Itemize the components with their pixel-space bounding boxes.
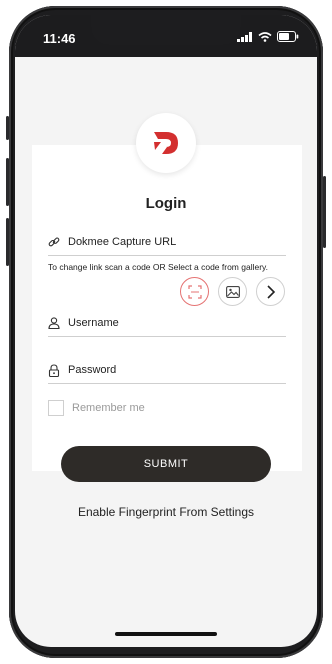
- volume-up-button: [6, 158, 9, 206]
- volume-down-button: [6, 218, 9, 266]
- mute-switch: [6, 116, 9, 140]
- remember-me-row[interactable]: Remember me: [48, 400, 145, 416]
- next-button[interactable]: [256, 277, 285, 306]
- scan-icon: [187, 284, 202, 299]
- phone-screen: 11:46 Login Dokmee Capture URL To change…: [15, 15, 317, 647]
- user-icon: [48, 317, 60, 329]
- page-title: Login: [145, 195, 187, 212]
- status-time: 11:46: [43, 31, 76, 46]
- image-icon: [225, 285, 240, 298]
- remember-me-checkbox[interactable]: [48, 400, 64, 416]
- power-button: [323, 176, 326, 248]
- lock-icon: [48, 363, 60, 377]
- status-bar: 11:46: [15, 15, 317, 57]
- link-icon: [48, 237, 60, 247]
- battery-icon: [277, 31, 299, 42]
- wifi-icon: [258, 31, 272, 42]
- remember-me-label: Remember me: [72, 402, 145, 414]
- link-hint-text: To change link scan a code OR Select a c…: [48, 262, 269, 272]
- home-indicator[interactable]: [115, 632, 217, 636]
- notch: [91, 15, 241, 45]
- capture-url-field[interactable]: Dokmee Capture URL: [48, 229, 286, 256]
- submit-button[interactable]: SUBMIT: [61, 446, 271, 482]
- username-field[interactable]: Username: [48, 310, 286, 337]
- status-icons: [237, 31, 299, 42]
- gallery-button[interactable]: [218, 277, 247, 306]
- password-label: Password: [68, 364, 117, 376]
- login-card: [32, 145, 302, 471]
- username-label: Username: [68, 317, 119, 329]
- dokmee-logo-icon: [154, 132, 178, 154]
- chevron-right-icon: [266, 284, 275, 299]
- password-field[interactable]: Password: [48, 357, 286, 384]
- capture-url-label: Dokmee Capture URL: [68, 236, 177, 248]
- scan-code-button[interactable]: [180, 277, 209, 306]
- app-logo: [136, 113, 196, 173]
- fingerprint-settings-text: Enable Fingerprint From Settings: [77, 505, 255, 519]
